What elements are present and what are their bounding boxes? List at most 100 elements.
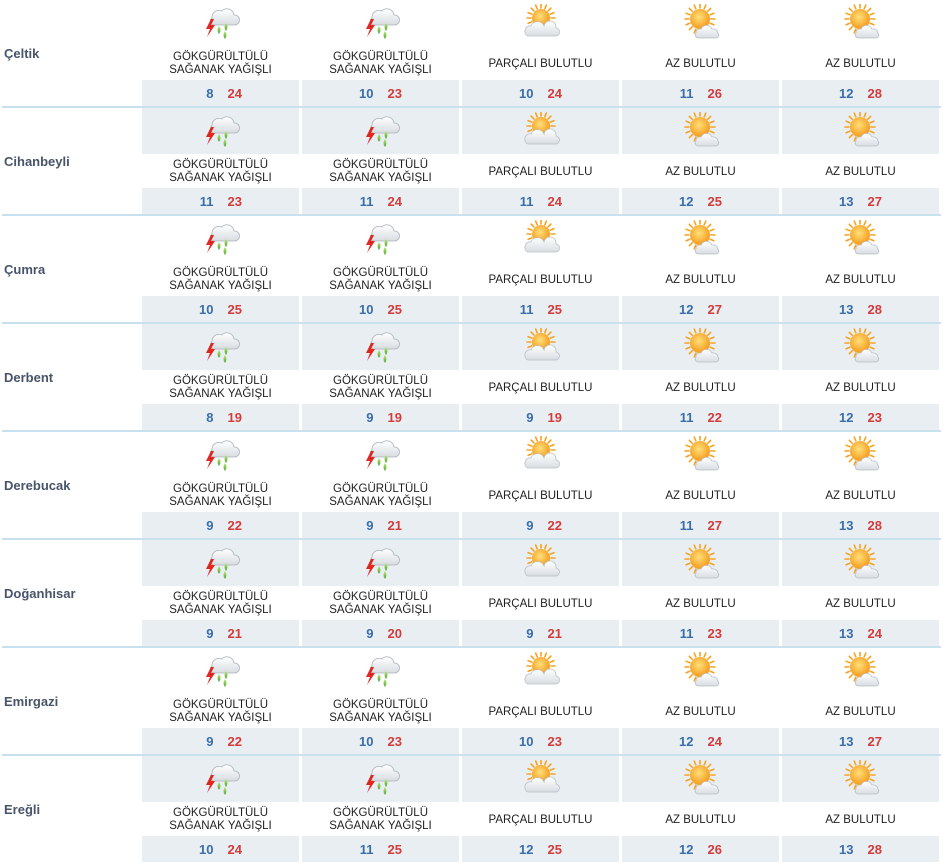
condition-line: AZ BULUTLU (825, 489, 896, 502)
condition-line: SAĞANAK YAĞIŞLI (169, 604, 272, 616)
city-name[interactable]: Derbent (4, 324, 140, 430)
condition-line: GÖKGÜRÜLTÜLÜ (333, 159, 428, 171)
condition-line: AZ BULUTLU (825, 705, 896, 718)
max-temp: 23 (387, 85, 402, 101)
condition-line: SAĞANAK YAĞIŞLI (169, 64, 272, 76)
max-temp: 27 (867, 733, 882, 749)
condition-text: AZ BULUTLU (622, 264, 779, 296)
condition-line: GÖKGÜRÜLTÜLÜ (173, 591, 268, 603)
temperature-range: 9 22 (462, 512, 619, 538)
condition-text: PARÇALI BULUTLU (462, 372, 619, 404)
city-row: Derbent GÖKGÜRÜLTÜLÜ SAĞANAK YAĞIŞLI 8 19 G… (0, 324, 949, 432)
city-name[interactable]: Doğanhisar (4, 540, 140, 646)
condition-line: GÖKGÜRÜLTÜLÜ (173, 51, 268, 63)
forecast-cell: GÖKGÜRÜLTÜLÜ SAĞANAK YAĞIŞLI 9 19 (302, 324, 459, 430)
temperature-range: 9 19 (302, 404, 459, 430)
condition-line: GÖKGÜRÜLTÜLÜ (333, 51, 428, 63)
condition-text: GÖKGÜRÜLTÜLÜ SAĞANAK YAĞIŞLI (142, 372, 299, 404)
temperature-range: 12 28 (782, 80, 939, 106)
city-name[interactable]: Cihanbeyli (4, 108, 140, 214)
temperature-range: 11 24 (462, 188, 619, 214)
min-temp: 11 (679, 85, 694, 101)
min-temp: 13 (839, 841, 854, 857)
forecast-cell: GÖKGÜRÜLTÜLÜ SAĞANAK YAĞIŞLI 10 25 (142, 216, 299, 322)
forecast-cell: GÖKGÜRÜLTÜLÜ SAĞANAK YAĞIŞLI 10 23 (302, 0, 459, 106)
city-name[interactable]: Emirgazi (4, 648, 140, 754)
min-temp: 12 (679, 193, 694, 209)
forecast-cell: GÖKGÜRÜLTÜLÜ SAĞANAK YAĞIŞLI 11 23 (142, 108, 299, 214)
condition-line: SAĞANAK YAĞIŞLI (329, 280, 432, 292)
max-temp: 24 (227, 841, 242, 857)
city-name[interactable]: Derebucak (4, 432, 140, 538)
city-name[interactable]: Çeltik (4, 0, 140, 106)
condition-line: SAĞANAK YAĞIŞLI (169, 496, 272, 508)
forecast-cell: AZ BULUTLU 13 27 (782, 648, 939, 754)
mostly-sunny-icon (682, 759, 720, 796)
condition-line: GÖKGÜRÜLTÜLÜ (333, 807, 428, 819)
partly-cloudy-icon (522, 219, 560, 256)
city-name[interactable]: Çumra (4, 216, 140, 322)
max-temp: 27 (867, 193, 882, 209)
condition-text: AZ BULUTLU (782, 48, 939, 80)
forecast-cell: AZ BULUTLU 11 27 (622, 432, 779, 538)
temperature-range: 13 28 (782, 836, 939, 862)
temperature-range: 12 25 (462, 836, 619, 862)
mostly-sunny-icon (842, 651, 880, 688)
condition-text: GÖKGÜRÜLTÜLÜ SAĞANAK YAĞIŞLI (302, 804, 459, 836)
min-temp: 11 (679, 517, 694, 533)
condition-text: GÖKGÜRÜLTÜLÜ SAĞANAK YAĞIŞLI (142, 804, 299, 836)
max-temp: 28 (867, 841, 882, 857)
condition-text: AZ BULUTLU (782, 264, 939, 296)
city-row: Ereğli GÖKGÜRÜLTÜLÜ SAĞANAK YAĞIŞLI 10 24 G… (0, 756, 949, 864)
condition-text: PARÇALI BULUTLU (462, 264, 619, 296)
mostly-sunny-icon (842, 219, 880, 256)
condition-line: SAĞANAK YAĞIŞLI (169, 172, 272, 184)
max-temp: 25 (547, 301, 562, 317)
min-temp: 10 (199, 301, 214, 317)
max-temp: 23 (387, 733, 402, 749)
condition-line: AZ BULUTLU (665, 273, 736, 286)
temperature-range: 10 25 (302, 296, 459, 322)
condition-text: PARÇALI BULUTLU (462, 696, 619, 728)
max-temp: 28 (867, 517, 882, 533)
partly-cloudy-icon (522, 111, 560, 148)
max-temp: 25 (387, 301, 402, 317)
partly-cloudy-icon (522, 543, 560, 580)
forecast-cell: AZ BULUTLU 13 28 (782, 216, 939, 322)
condition-text: GÖKGÜRÜLTÜLÜ SAĞANAK YAĞIŞLI (142, 48, 299, 80)
condition-line: PARÇALI BULUTLU (488, 273, 593, 286)
temperature-range: 9 21 (142, 620, 299, 646)
condition-line: PARÇALI BULUTLU (488, 489, 593, 502)
forecast-cell: AZ BULUTLU 12 26 (622, 756, 779, 862)
temperature-range: 11 23 (622, 620, 779, 646)
forecast-cell: AZ BULUTLU 11 26 (622, 0, 779, 106)
max-temp: 25 (707, 193, 722, 209)
min-temp: 9 (366, 409, 374, 425)
condition-line: PARÇALI BULUTLU (488, 381, 593, 394)
city-name[interactable]: Ereğli (4, 756, 140, 862)
condition-line: AZ BULUTLU (825, 381, 896, 394)
forecast-cell: AZ BULUTLU 13 28 (782, 432, 939, 538)
condition-line: SAĞANAK YAĞIŞLI (329, 388, 432, 400)
partly-cloudy-icon (522, 3, 560, 40)
thunderstorm-rain-icon (202, 544, 240, 580)
temperature-range: 12 24 (622, 728, 779, 754)
min-temp: 12 (839, 85, 854, 101)
temperature-range: 12 23 (782, 404, 939, 430)
condition-text: GÖKGÜRÜLTÜLÜ SAĞANAK YAĞIŞLI (302, 264, 459, 296)
temperature-range: 9 19 (462, 404, 619, 430)
temperature-range: 11 26 (622, 80, 779, 106)
temperature-range: 12 26 (622, 836, 779, 862)
thunderstorm-rain-icon (362, 112, 400, 148)
thunderstorm-rain-icon (362, 652, 400, 688)
city-row: Doğanhisar GÖKGÜRÜLTÜLÜ SAĞANAK YAĞIŞLI 9 2… (0, 540, 949, 648)
min-temp: 10 (359, 301, 374, 317)
max-temp: 26 (707, 841, 722, 857)
condition-text: PARÇALI BULUTLU (462, 804, 619, 836)
max-temp: 21 (547, 625, 562, 641)
min-temp: 12 (519, 841, 534, 857)
min-temp: 11 (359, 841, 374, 857)
max-temp: 25 (387, 841, 402, 857)
condition-text: PARÇALI BULUTLU (462, 48, 619, 80)
max-temp: 22 (547, 517, 562, 533)
